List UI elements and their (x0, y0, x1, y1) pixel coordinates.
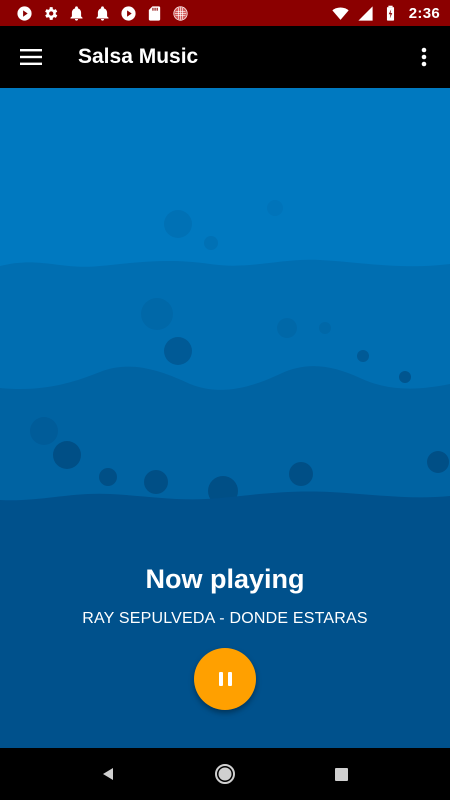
battery-icon (382, 5, 399, 22)
app-bar: Salsa Music (0, 26, 450, 88)
player-scene: Now playing RAY SEPULVEDA - DONDE ESTARA… (0, 88, 450, 748)
system-icons: 2:36 (332, 5, 440, 22)
back-icon[interactable] (84, 750, 132, 798)
home-icon[interactable] (201, 750, 249, 798)
play-circle-icon (120, 5, 137, 22)
sd-card-icon (146, 5, 163, 22)
pause-button[interactable] (194, 648, 256, 710)
status-bar: 2:36 (0, 0, 450, 26)
pause-icon (218, 672, 232, 686)
radio-icon (172, 5, 189, 22)
system-navigation-bar (0, 748, 450, 800)
play-circle-icon (16, 5, 33, 22)
track-title: RAY SEPULVEDA - DONDE ESTARAS (82, 610, 368, 627)
clock-time: 2:36 (408, 4, 440, 22)
recents-icon[interactable] (318, 750, 366, 798)
notification-icons (16, 5, 189, 22)
more-vert-icon[interactable] (398, 26, 450, 88)
wifi-icon (332, 5, 349, 22)
now-playing-heading: Now playing (145, 564, 305, 594)
signal-icon (357, 5, 374, 22)
hamburger-menu-icon[interactable] (0, 26, 62, 88)
bell-icon (94, 5, 111, 22)
bell-icon (68, 5, 85, 22)
gear-icon (42, 5, 59, 22)
app-title: Salsa Music (78, 45, 199, 68)
